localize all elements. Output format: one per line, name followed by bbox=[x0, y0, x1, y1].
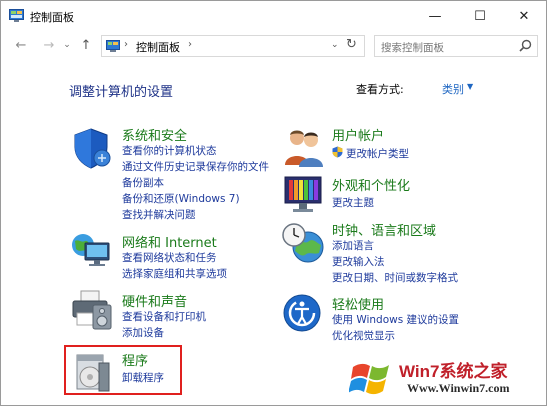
address-bar[interactable]: › 控制面板 › ⌄ ↻ bbox=[101, 35, 365, 57]
link-troubleshoot[interactable]: 查找并解决问题 bbox=[122, 207, 196, 222]
category-user-accounts[interactable]: 用户帐户 bbox=[332, 125, 384, 144]
maximize-button[interactable]: ☐ bbox=[458, 1, 502, 31]
search-icon[interactable] bbox=[519, 39, 532, 52]
link-add-device[interactable]: 添加设备 bbox=[122, 325, 164, 340]
category-network-internet[interactable]: 网络和 Internet bbox=[122, 232, 217, 251]
refresh-icon[interactable]: ↻ bbox=[346, 37, 357, 52]
accessibility-icon[interactable] bbox=[282, 293, 326, 337]
link-homegroup-sharing[interactable]: 选择家庭组和共享选项 bbox=[122, 266, 227, 281]
category-clock-language-region[interactable]: 时钟、语言和区域 bbox=[332, 220, 436, 239]
up-arrow-icon[interactable]: ↑ bbox=[77, 36, 95, 54]
search-placeholder: 搜索控制面板 bbox=[381, 42, 444, 54]
breadcrumb-separator-icon[interactable]: › bbox=[188, 39, 192, 50]
link-devices-printers[interactable]: 查看设备和打印机 bbox=[122, 309, 206, 324]
link-optimize-visual-display[interactable]: 优化视觉显示 bbox=[332, 328, 395, 343]
shield-icon[interactable] bbox=[71, 127, 115, 171]
category-programs[interactable]: 程序 bbox=[122, 350, 148, 369]
control-panel-window: 控制面板 — ☐ ✕ ← → ⌄ ↑ › 控制面板 › ⌄ ↻ 搜索控制面板 调… bbox=[0, 0, 547, 406]
link-windows-recommended-settings[interactable]: 使用 Windows 建议的设置 bbox=[332, 312, 459, 327]
recent-locations-icon[interactable]: ⌄ bbox=[61, 36, 73, 54]
link-add-language[interactable]: 添加语言 bbox=[332, 238, 374, 253]
dropdown-arrow-icon[interactable]: ▼ bbox=[467, 82, 473, 91]
programs-icon[interactable] bbox=[71, 351, 115, 395]
window-title: 控制面板 bbox=[30, 11, 74, 24]
printer-icon[interactable] bbox=[69, 287, 113, 331]
title-bar: 控制面板 — ☐ ✕ bbox=[1, 1, 546, 31]
watermark-title: Win7系统之家 bbox=[399, 362, 508, 381]
network-icon[interactable] bbox=[69, 229, 113, 273]
view-by-dropdown[interactable]: 类别 bbox=[442, 81, 464, 97]
users-icon[interactable] bbox=[283, 125, 327, 169]
control-panel-icon bbox=[9, 9, 24, 22]
watermark-url: Www.Winwin7.com bbox=[407, 381, 510, 395]
windows-logo-icon bbox=[349, 363, 389, 395]
page-title: 调整计算机的设置 bbox=[69, 85, 174, 100]
search-input[interactable]: 搜索控制面板 bbox=[374, 35, 538, 57]
breadcrumb-separator-icon[interactable]: › bbox=[124, 39, 128, 50]
minimize-button[interactable]: — bbox=[413, 1, 457, 31]
link-uninstall-program[interactable]: 卸载程序 bbox=[122, 370, 164, 385]
link-change-input-method[interactable]: 更改输入法 bbox=[332, 254, 385, 269]
appearance-icon[interactable] bbox=[281, 173, 325, 217]
link-backup-copy[interactable]: 备份副本 bbox=[122, 175, 164, 190]
link-backup-restore[interactable]: 备份和还原(Windows 7) bbox=[122, 191, 240, 206]
link-file-history[interactable]: 通过文件历史记录保存你的文件 bbox=[122, 159, 269, 174]
breadcrumb-control-panel[interactable]: 控制面板 bbox=[136, 39, 180, 55]
link-change-theme[interactable]: 更改主题 bbox=[332, 195, 374, 210]
watermark: Win7系统之家 Www.Winwin7.com bbox=[347, 355, 547, 405]
forward-arrow-icon[interactable]: → bbox=[39, 36, 59, 54]
category-hardware-sound[interactable]: 硬件和声音 bbox=[122, 291, 187, 310]
back-arrow-icon[interactable]: ← bbox=[11, 36, 31, 54]
category-ease-of-access[interactable]: 轻松使用 bbox=[332, 294, 384, 313]
category-system-security[interactable]: 系统和安全 bbox=[122, 125, 187, 144]
navigation-bar: ← → ⌄ ↑ › 控制面板 › ⌄ ↻ 搜索控制面板 bbox=[1, 31, 546, 59]
view-by-label: 查看方式: bbox=[356, 83, 404, 96]
category-appearance-personalization[interactable]: 外观和个性化 bbox=[332, 175, 410, 194]
control-panel-icon bbox=[106, 40, 120, 52]
link-change-account-type[interactable]: 更改帐户类型 bbox=[346, 146, 409, 161]
chevron-down-icon[interactable]: ⌄ bbox=[331, 40, 339, 50]
clock-globe-icon[interactable] bbox=[281, 221, 325, 265]
close-button[interactable]: ✕ bbox=[502, 1, 546, 31]
link-network-status[interactable]: 查看网络状态和任务 bbox=[122, 250, 217, 265]
link-change-date-time-format[interactable]: 更改日期、时间或数字格式 bbox=[332, 270, 458, 285]
uac-shield-icon bbox=[332, 146, 343, 158]
link-view-computer-status[interactable]: 查看你的计算机状态 bbox=[122, 143, 217, 158]
